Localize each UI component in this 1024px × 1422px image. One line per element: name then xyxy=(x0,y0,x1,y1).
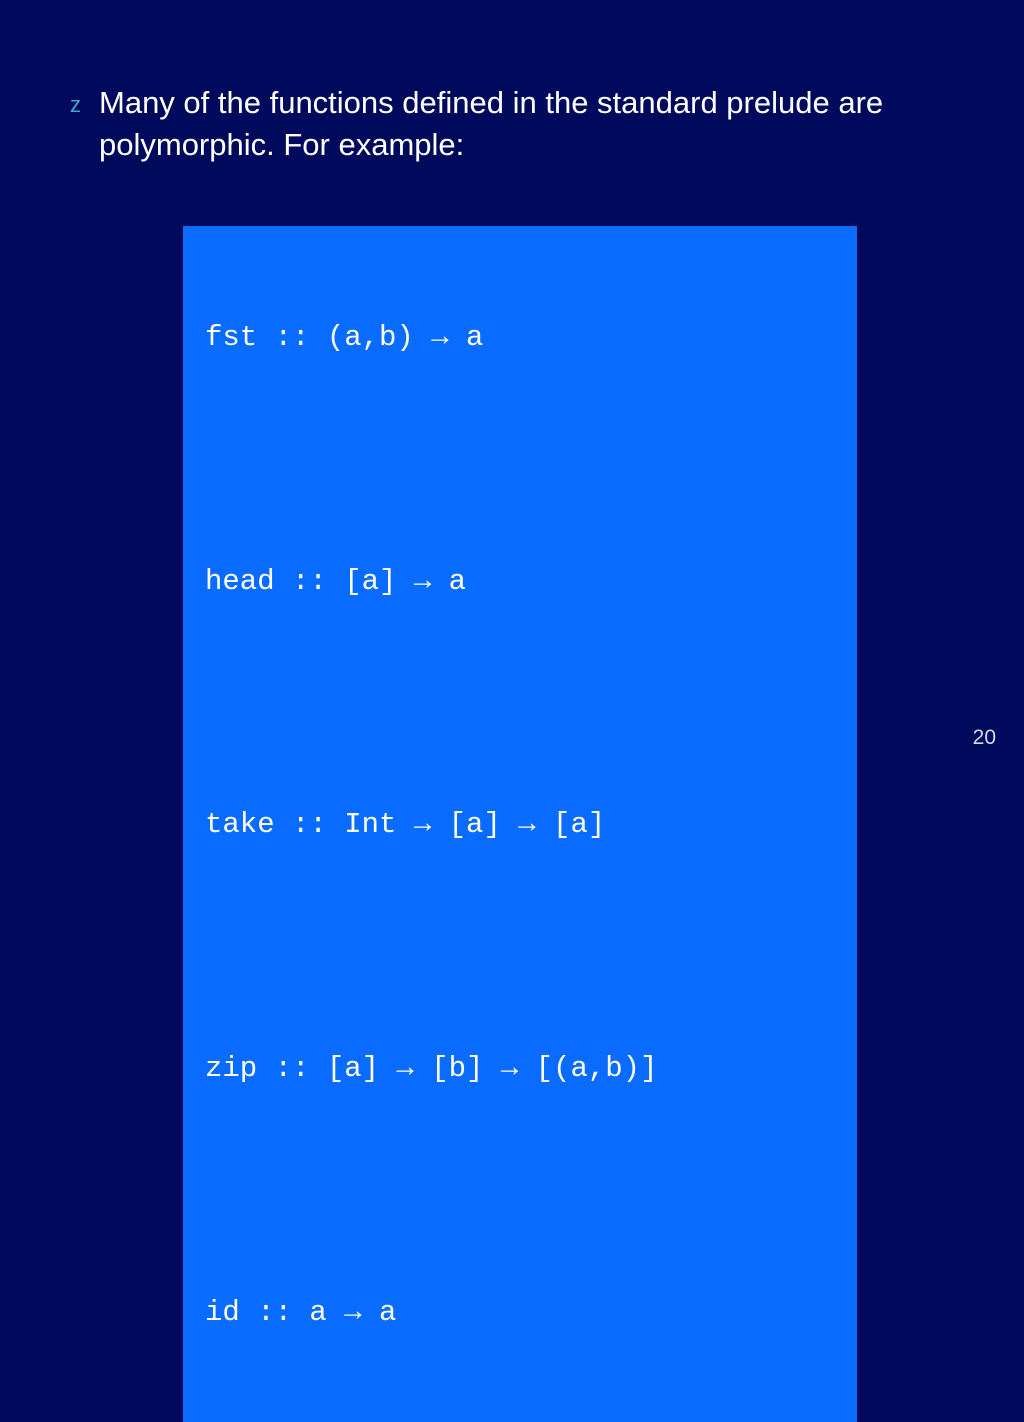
code-line-zip: zip :: [a] → [b] → [(a,b)] xyxy=(205,1049,835,1088)
bullet-marker: z xyxy=(70,82,81,124)
code-line-id: id :: a → a xyxy=(205,1293,835,1332)
code-line-head: head :: [a] → a xyxy=(205,562,835,601)
code-line-take: take :: Int → [a] → [a] xyxy=(205,805,835,844)
slide-content: z Many of the functions defined in the s… xyxy=(0,0,1024,1422)
bullet-item: z Many of the functions defined in the s… xyxy=(70,82,954,166)
code-line-fst: fst :: (a,b) → a xyxy=(205,318,835,357)
body-text: Many of the functions defined in the sta… xyxy=(99,82,954,166)
page-number: 20 xyxy=(973,726,996,750)
code-block: fst :: (a,b) → a head :: [a] → a take ::… xyxy=(183,226,857,1422)
